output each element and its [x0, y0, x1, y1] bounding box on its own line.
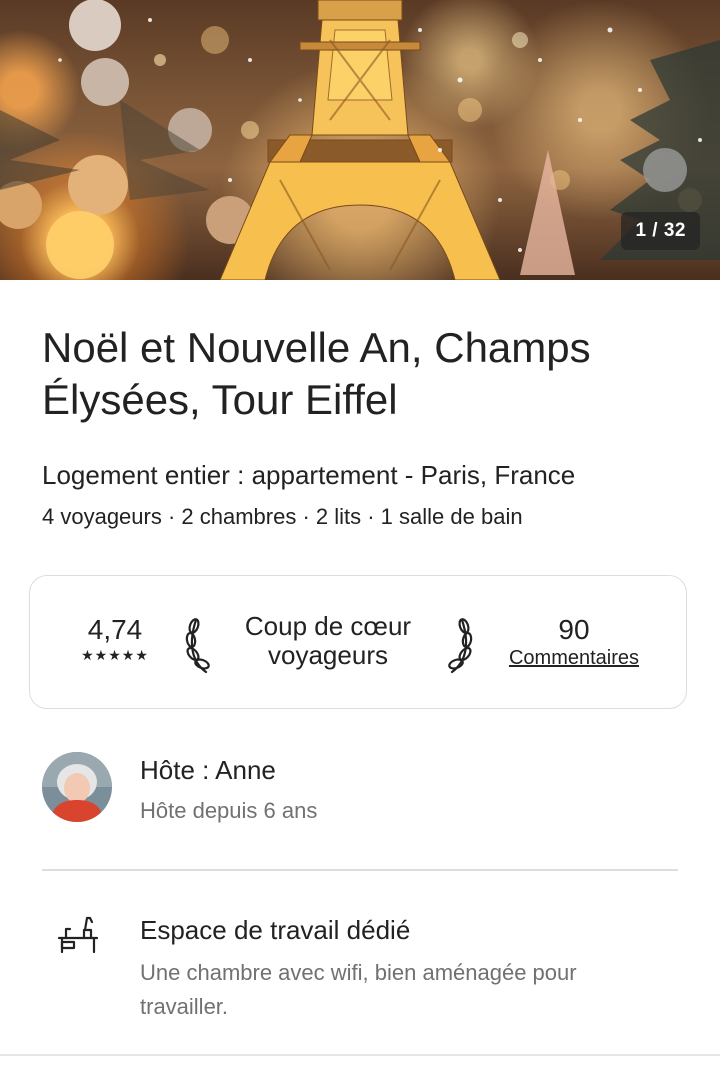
rating-block: 4,74 ★★★★★ — [70, 614, 160, 664]
guest-favorite-card[interactable]: 4,74 ★★★★★ Coup de cœur voyageurs 90 Com… — [29, 575, 687, 709]
bottom-divider — [0, 1054, 720, 1056]
listing-details: 4 voyageurs · 2 chambres · 2 lits · 1 sa… — [42, 504, 523, 529]
desk-icon — [57, 916, 99, 954]
guest-favorite-badge: Coup de cœur voyageurs — [224, 612, 432, 670]
eiffel-christmas-photo — [0, 0, 720, 280]
reviews-count: 90 — [558, 614, 590, 645]
reviews-block[interactable]: 90 Commentaires — [496, 614, 652, 670]
rating-stars-icon: ★★★★★ — [81, 647, 149, 663]
photo-counter: 1 / 32 — [621, 212, 700, 250]
host-since: Hôte depuis 6 ans — [140, 798, 318, 823]
section-divider — [42, 869, 678, 871]
host-avatar[interactable] — [42, 752, 112, 822]
laurel-left-icon — [185, 618, 210, 674]
listing-photo[interactable]: 1 / 32 — [0, 0, 720, 280]
amenity-title: Espace de travail dédié — [140, 915, 411, 945]
badge-line-2: voyageurs — [268, 640, 388, 670]
listing-subtitle: Logement entier : appartement - Paris, F… — [42, 460, 576, 490]
rating-value: 4,74 — [87, 614, 143, 645]
badge-line-1: Coup de cœur — [244, 611, 412, 641]
reviews-link[interactable]: Commentaires — [496, 646, 652, 670]
host-name: Hôte : Anne — [140, 755, 276, 785]
amenity-description: Une chambre avec wifi, bien aménagée pou… — [140, 960, 577, 1019]
laurel-right-icon — [448, 618, 473, 674]
host-photo — [42, 752, 112, 822]
listing-title: Noël et Nouvelle An, Champs Élysées, Tou… — [42, 324, 591, 423]
